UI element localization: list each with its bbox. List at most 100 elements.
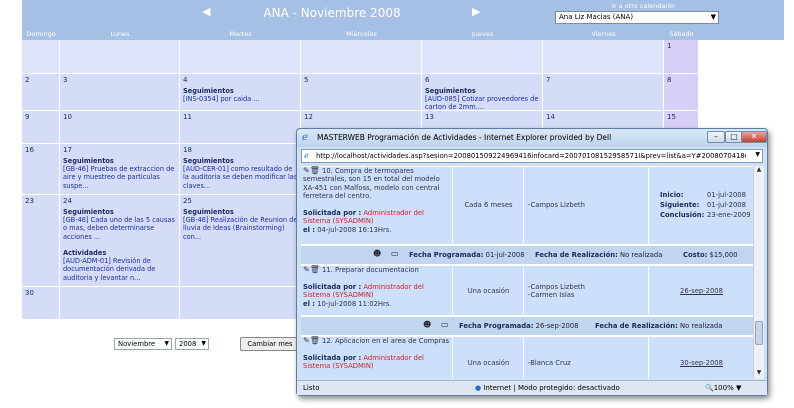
day-cell[interactable]: 2 [22,74,60,111]
event-block: Seguimientos [AUD-CER-01] como resultado … [183,157,298,190]
page-icon: ℯ [304,151,309,160]
event-category: Seguimientos [183,208,234,216]
day-cell[interactable]: 7 [543,74,664,111]
status-bar: Listo ● Internet | Modo protegido: desac… [297,380,767,395]
day-cell[interactable]: 10 [60,111,180,144]
day-cell[interactable]: 18 Seguimientos [AUD-CER-01] como resulta… [180,144,301,195]
day-cell[interactable]: 5 [301,74,422,111]
requested-date: 10-jul-2008 11:02Hrs. [317,299,392,308]
next-month-arrow-icon[interactable]: ▶ [472,5,480,18]
event-block: Seguimientos [GB-46] Realización de Reuni… [183,208,298,241]
day-number: 6 [425,76,430,84]
day-cell[interactable]: 11 [180,111,301,144]
day-number: 11 [183,113,192,121]
year-select-value: 2008 [179,340,197,348]
edit-icon[interactable]: ✎ [303,166,310,175]
day-cell[interactable]: 8 [664,74,699,111]
calendar-title: ANA - Noviembre 2008 [263,6,401,20]
chevron-down-icon: ▼ [164,340,169,347]
address-url[interactable]: http://localhost/actividades.asp?sesion=… [316,152,746,160]
day-cell[interactable]: 17 Seguimientos [GB-46] Pruebas de extrac… [60,144,180,195]
day-cell[interactable]: 24 Seguimientos [GB-46] Cada uno de las 5… [60,195,180,287]
event-link[interactable]: [AUD-ADM-01] Revisión de documentación d… [63,257,155,281]
day-cell[interactable]: 1 [664,40,699,74]
security-zone[interactable]: ● Internet | Modo protegido: desactivado [475,384,620,392]
ie-logo-icon: ℯ [302,132,308,143]
edit-icon[interactable]: ✎ [303,265,310,274]
event-link[interactable]: [GB-46] Realización de Reunion de lluvia… [183,216,297,240]
edit-icon[interactable]: ✎ [303,336,310,345]
date-label: el : [303,299,316,308]
start-label: Inicio: [660,191,684,199]
browser-window: ℯ MASTERWEB Programación de Actividades … [296,128,768,396]
day-header: Jueves [471,30,494,38]
activity-date-link[interactable]: 30-sep-2008 [650,337,753,379]
event-link[interactable]: [AUD-085] Cotizar proveedores de carton … [425,95,538,111]
day-number: 18 [183,146,192,154]
day-number: 10 [63,113,72,121]
day-number: 23 [25,197,34,205]
day-number: 8 [667,76,672,84]
day-number: 4 [183,76,188,84]
activity-date-link[interactable]: 26-sep-2008 [650,266,753,315]
activity-date[interactable]: 30-sep-2008 [680,359,723,367]
day-cell[interactable] [60,40,180,74]
day-cell[interactable]: 25 Seguimientos [GB-46] Realización de Re… [180,195,301,287]
activity-row: ✎🗑 11. Preparar documentacion Solicitada… [301,265,753,315]
minimize-button[interactable]: – [707,131,725,143]
scroll-down-icon[interactable]: ▼ [754,369,764,379]
day-cell[interactable]: 3 [60,74,180,111]
year-select[interactable]: 2008 ▼ [175,338,209,350]
day-header: Sábado [669,30,694,38]
person-icon[interactable]: ☻ [373,249,381,258]
close-button[interactable]: ✕ [741,131,767,143]
day-cell[interactable]: 4 Seguimientos [INS-0354] por caida ... [180,74,301,111]
day-cell[interactable] [22,40,60,74]
comment-icon[interactable]: ▭ [391,249,399,258]
delete-icon[interactable]: 🗑 [310,336,320,345]
day-cell[interactable] [180,40,301,74]
zoom-control[interactable]: 🔍100% ▼ [705,384,741,392]
activity-description: ✎🗑 11. Preparar documentacion Solicitada… [303,265,453,315]
browser-titlebar[interactable]: ℯ MASTERWEB Programación de Actividades … [297,129,767,147]
event-link[interactable]: [GB-46] Pruebas de extraccion de aire y … [63,165,174,189]
address-bar[interactable]: ℯ http://localhost/actividades.asp?sesio… [301,149,763,163]
event-link[interactable]: [GB-46] Cada uno de las 5 causas o mas, … [63,216,175,240]
browser-title: MASTERWEB Programación de Actividades - … [317,133,612,142]
day-number: 13 [425,113,434,121]
day-header-row: Domingo Lunes Martes Miércoles Jueves Vi… [22,28,784,40]
day-cell[interactable] [543,40,664,74]
day-cell[interactable] [301,40,422,74]
day-cell[interactable]: 23 [22,195,60,287]
delete-icon[interactable]: 🗑 [310,265,320,274]
vertical-scrollbar[interactable]: ▲ ▼ [753,166,764,379]
chevron-down-icon[interactable]: ▼ [755,151,760,158]
scrollbar-thumb[interactable] [755,321,763,345]
activity-date[interactable]: 26-sep-2008 [680,287,723,295]
day-number: 1 [667,42,672,50]
calendar-select-value: Ana Liz Macias (ANA) [559,13,634,21]
month-select[interactable]: Noviembre ▼ [114,338,172,350]
activity-people: -Campos Lizbeth [525,167,649,244]
person-icon[interactable]: ☻ [423,320,431,329]
event-link[interactable]: [INS-0354] por caida ... [183,95,260,103]
event-link[interactable]: [AUD-CER-01] como resultado de la audito… [183,165,297,189]
day-cell[interactable]: 30 [22,287,60,320]
next-date: 01-jul-2008 [707,201,746,209]
comment-icon[interactable]: ▭ [441,320,449,329]
prev-month-arrow-icon[interactable]: ◀ [202,5,210,18]
day-cell[interactable]: 6 Seguimientos [AUD-085] Cotizar proveedo… [422,74,543,111]
day-cell[interactable]: 9 [22,111,60,144]
change-month-button[interactable]: Cambiar mes [240,337,300,351]
day-number: 5 [304,76,309,84]
day-cell[interactable]: 16 [22,144,60,195]
activity-text: 10. Compra de termopares semestrales, so… [303,167,440,201]
scroll-up-icon[interactable]: ▲ [754,166,764,176]
activity-text: 11. Preparar documentacion [322,266,419,274]
programmed-date: 26-sep-2008 [535,322,579,330]
delete-icon[interactable]: 🗑 [310,166,320,175]
day-cell[interactable] [422,40,543,74]
day-number: 17 [63,146,72,154]
calendar-select[interactable]: Ana Liz Macias (ANA) ▼ [555,11,719,24]
day-number: 7 [546,76,551,84]
